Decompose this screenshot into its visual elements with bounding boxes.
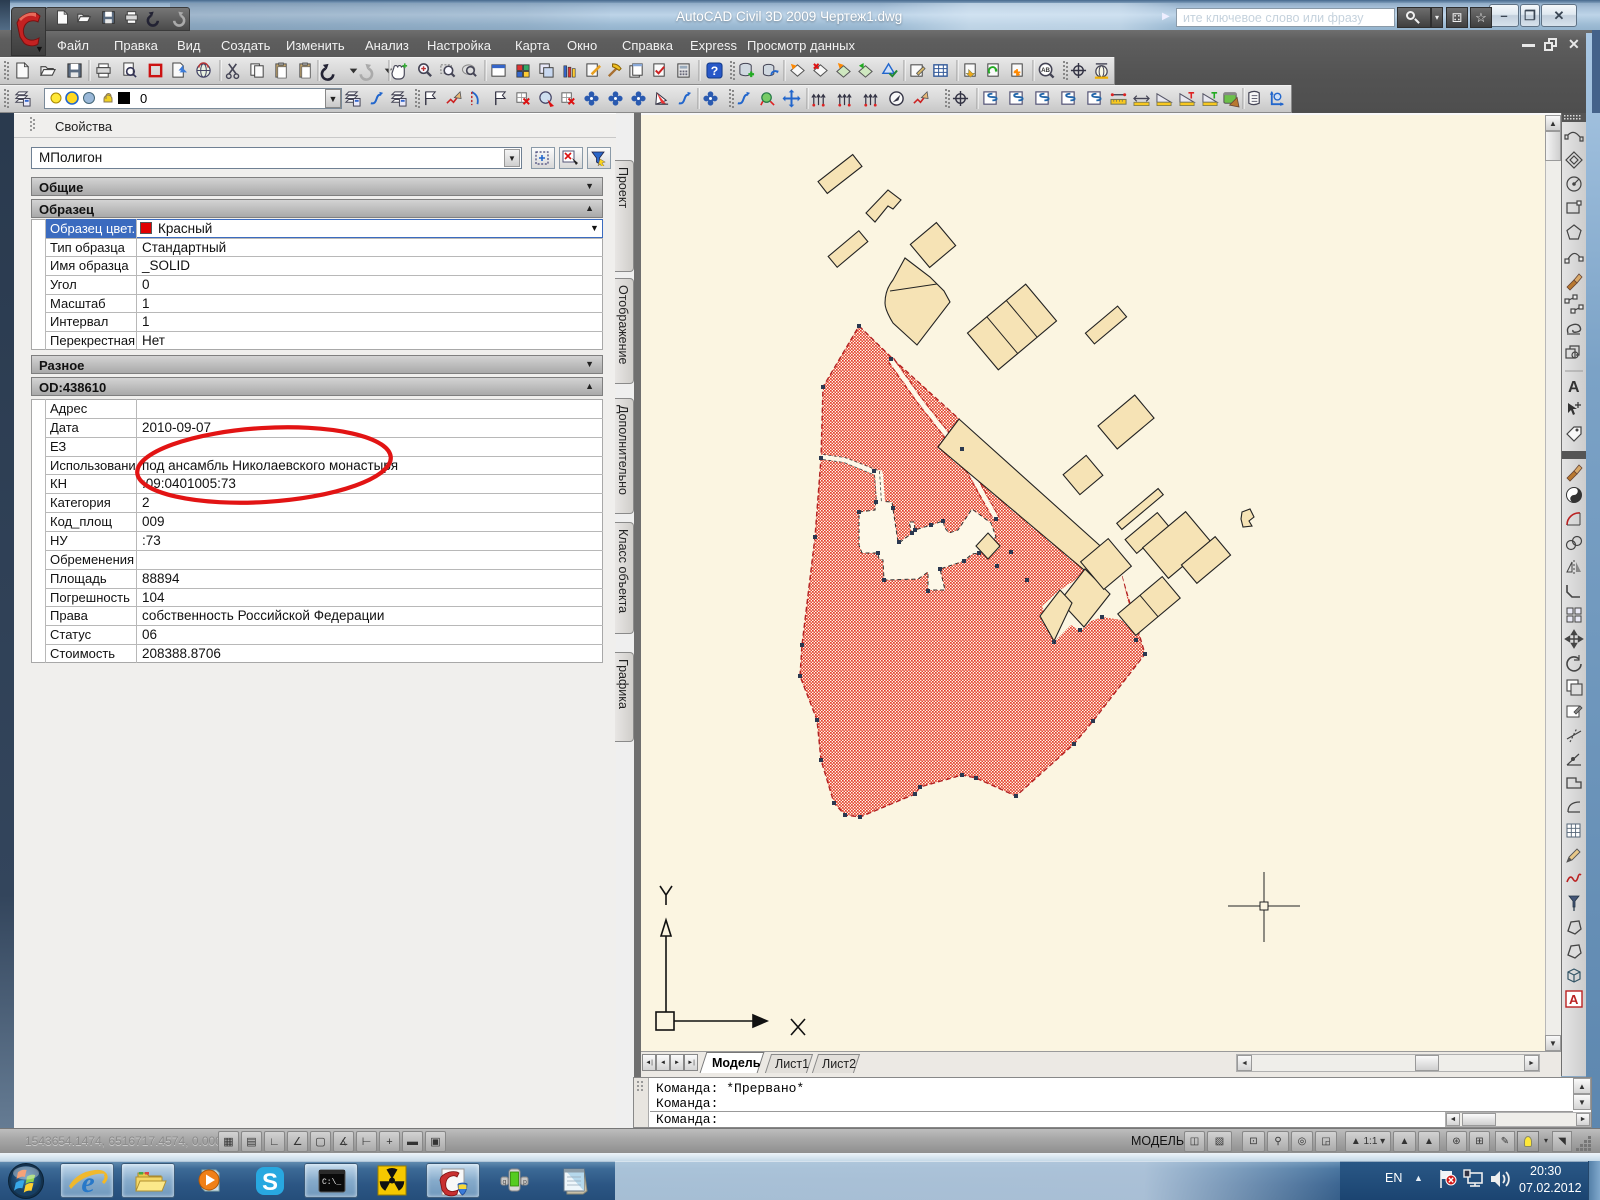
svg-text:p: p: [523, 1179, 527, 1186]
svg-text:?: ?: [711, 64, 719, 78]
svg-text:S: S: [262, 1169, 278, 1196]
svg-text:C:\_: C:\_: [322, 1178, 341, 1187]
svg-text:q: q: [503, 1179, 507, 1186]
svg-text:AB: AB: [1041, 67, 1050, 74]
